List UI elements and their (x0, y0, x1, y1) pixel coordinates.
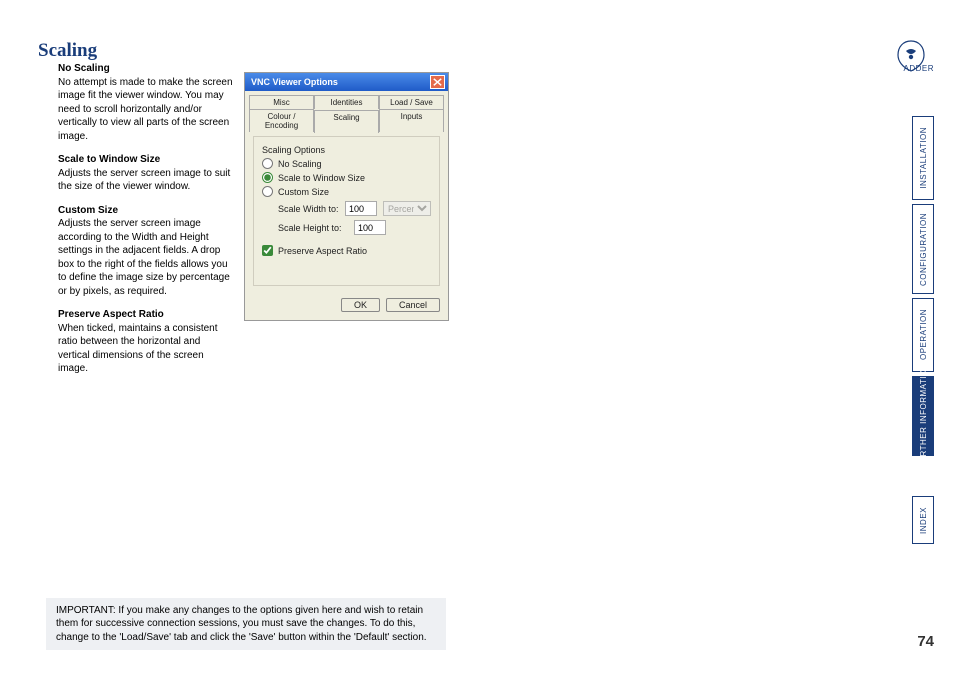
tab-inputs[interactable]: Inputs (379, 109, 444, 132)
radio-scale-to-window[interactable]: Scale to Window Size (262, 172, 431, 183)
section-heading-preserve: Preserve Aspect Ratio (58, 308, 233, 322)
content-column: No Scaling No attempt is made to make th… (58, 62, 233, 376)
nav-installation-label: INSTALLATION (919, 119, 928, 197)
dialog-tabs: Misc Identities Load / Save Colour / Enc… (245, 91, 448, 132)
section-body-custom: Adjusts the server screen image accordin… (58, 217, 233, 298)
radio-scale-to-window-label: Scale to Window Size (278, 173, 365, 183)
tab-misc[interactable]: Misc (249, 95, 314, 109)
important-note: IMPORTANT: If you make any changes to th… (46, 598, 446, 651)
scale-width-label: Scale Width to: (278, 204, 339, 214)
nav-index-label: INDEX (919, 499, 928, 542)
scale-unit-select[interactable]: Percent (383, 201, 431, 216)
section-heading-custom: Custom Size (58, 204, 233, 218)
section-body-scaletowin: Adjusts the server screen image to suit … (58, 167, 233, 194)
brand-name: ADDER (903, 64, 934, 73)
ok-button[interactable]: OK (341, 298, 380, 312)
radio-custom-size-input[interactable] (262, 186, 273, 197)
dialog-titlebar: VNC Viewer Options (245, 73, 448, 91)
nav-index[interactable]: INDEX (912, 496, 934, 544)
tab-scaling[interactable]: Scaling (314, 110, 379, 133)
tab-load-save[interactable]: Load / Save (379, 95, 444, 109)
group-legend: Scaling Options (262, 145, 325, 155)
page-title: Scaling (38, 40, 97, 62)
nav-further-information[interactable]: FURTHER INFORMATION (912, 376, 934, 456)
close-icon[interactable] (430, 75, 445, 89)
nav-configuration-label: CONFIGURATION (919, 205, 928, 294)
radio-no-scaling[interactable]: No Scaling (262, 158, 431, 169)
cancel-button[interactable]: Cancel (386, 298, 440, 312)
scale-height-input[interactable] (354, 220, 386, 235)
section-body-noscaling: No attempt is made to make the screen im… (58, 76, 233, 144)
radio-scale-to-window-input[interactable] (262, 172, 273, 183)
section-heading-scaletowin: Scale to Window Size (58, 153, 233, 167)
section-heading-noscaling: No Scaling (58, 62, 233, 76)
scaling-options-group: Scaling Options No Scaling Scale to Wind… (253, 136, 440, 286)
dialog-title: VNC Viewer Options (251, 77, 430, 87)
section-body-preserve: When ticked, maintains a consistent rati… (58, 322, 233, 376)
radio-custom-size[interactable]: Custom Size (262, 186, 431, 197)
radio-no-scaling-label: No Scaling (278, 159, 322, 169)
scale-height-label: Scale Height to: (278, 223, 348, 233)
checkbox-preserve-aspect[interactable]: Preserve Aspect Ratio (262, 245, 431, 256)
nav-configuration[interactable]: CONFIGURATION (912, 204, 934, 294)
vnc-options-dialog: VNC Viewer Options Misc Identities Load … (244, 72, 449, 321)
scale-height-row: Scale Height to: (278, 220, 431, 235)
scale-width-input[interactable] (345, 201, 377, 216)
checkbox-preserve-aspect-input[interactable] (262, 245, 273, 256)
nav-installation[interactable]: INSTALLATION (912, 116, 934, 200)
tab-colour-encoding[interactable]: Colour / Encoding (249, 109, 314, 132)
tab-identities[interactable]: Identities (314, 95, 379, 109)
checkbox-preserve-aspect-label: Preserve Aspect Ratio (278, 246, 367, 256)
radio-no-scaling-input[interactable] (262, 158, 273, 169)
nav-further-label: FURTHER INFORMATION (919, 355, 928, 476)
radio-custom-size-label: Custom Size (278, 187, 329, 197)
scale-width-row: Scale Width to: Percent (278, 201, 431, 216)
page-number: 74 (917, 633, 934, 650)
